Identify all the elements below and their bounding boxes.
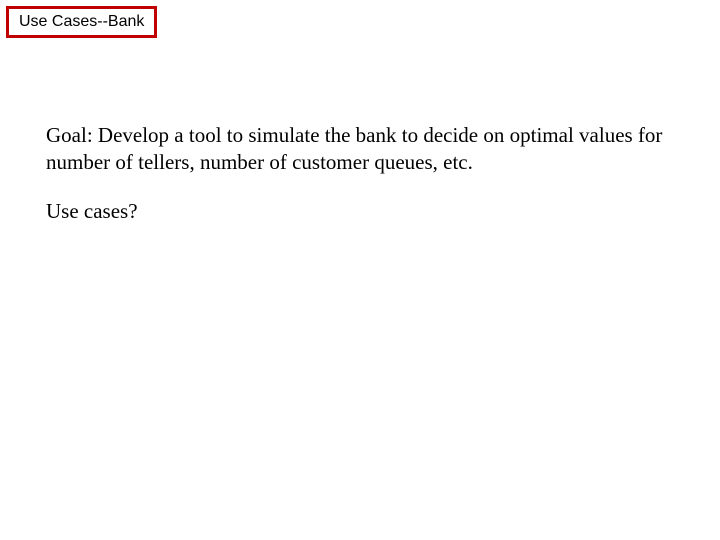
question-text: Use cases? bbox=[46, 199, 680, 224]
goal-text: Goal: Develop a tool to simulate the ban… bbox=[46, 122, 680, 177]
slide-title: Use Cases--Bank bbox=[19, 13, 144, 30]
slide-content: Goal: Develop a tool to simulate the ban… bbox=[46, 122, 680, 224]
slide-title-box: Use Cases--Bank bbox=[6, 6, 157, 38]
